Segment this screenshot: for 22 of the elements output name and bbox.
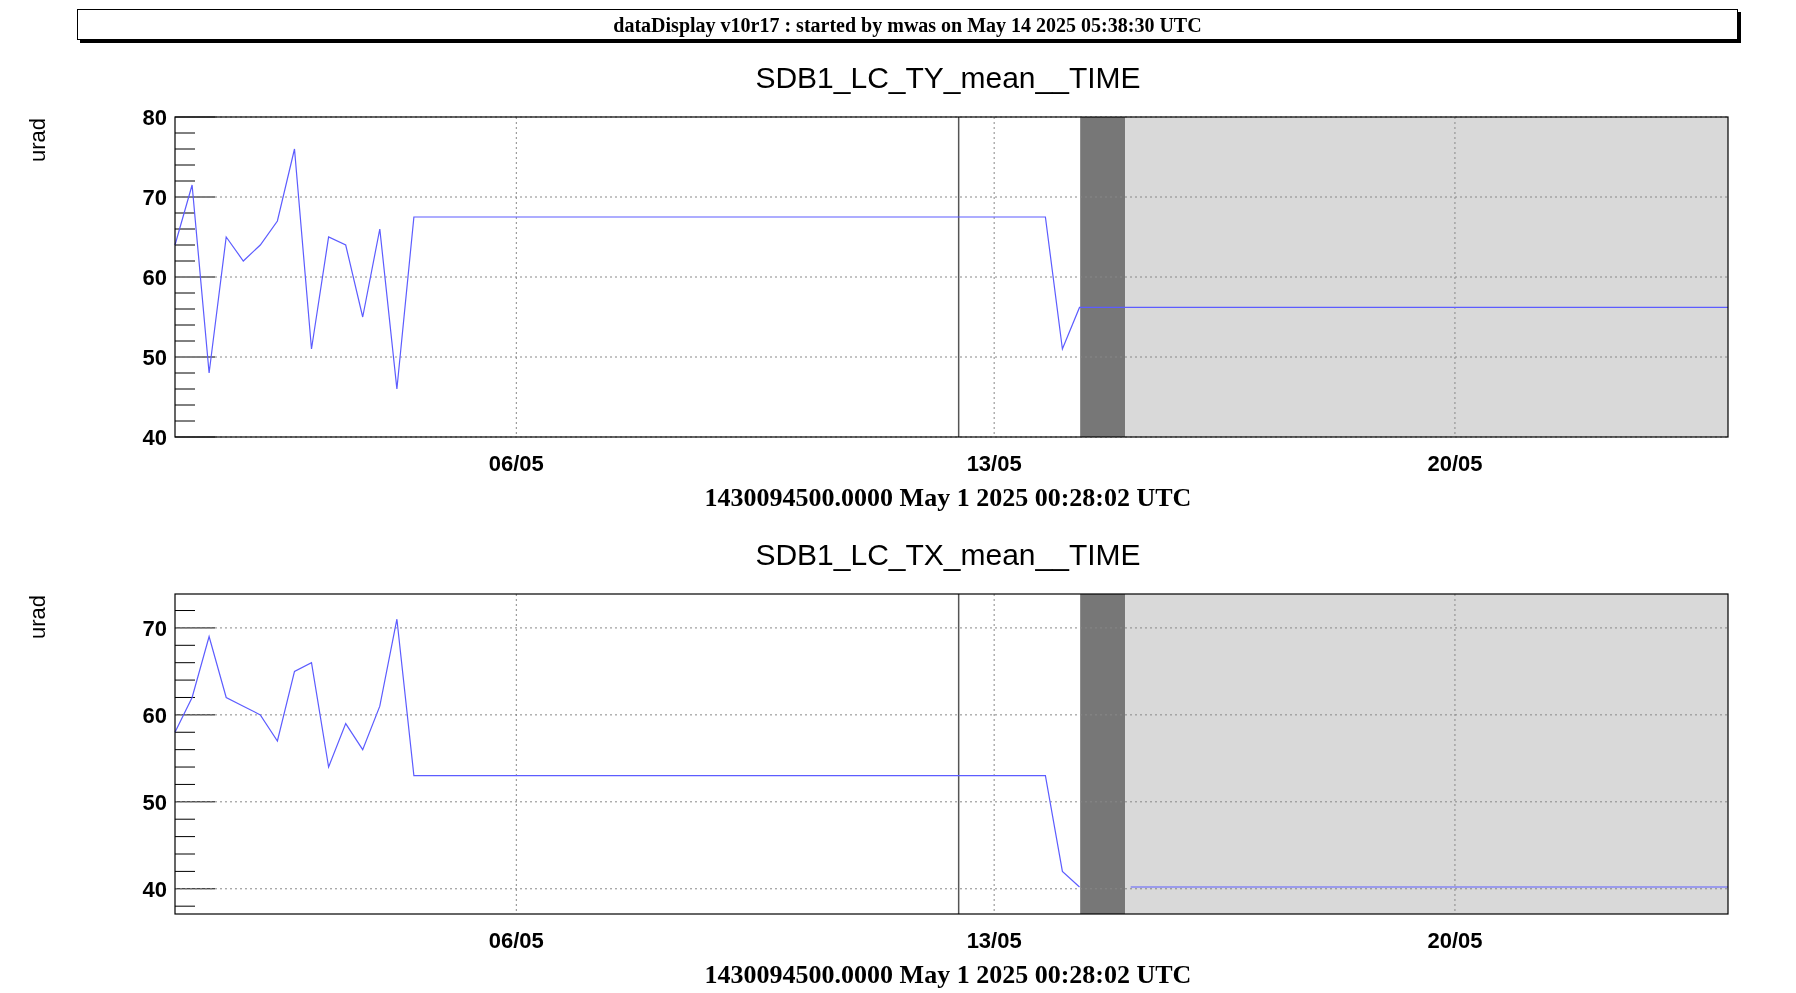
tick-label: 40 — [142, 876, 167, 902]
tick-label: 80 — [142, 105, 167, 130]
tick-label: 06/05 — [488, 928, 544, 953]
tick-label: 20/05 — [1427, 928, 1483, 953]
tick-label: 40 — [142, 425, 167, 450]
tick-label: 70 — [142, 615, 167, 641]
chart-title: SDB1_LC_TY_mean__TIME — [755, 61, 1141, 94]
tick-label: 60 — [142, 702, 167, 728]
axis-label: urad — [25, 595, 50, 639]
tick-label: 60 — [142, 265, 167, 290]
tick-label: 50 — [142, 345, 167, 370]
tick-label: 06/05 — [488, 451, 544, 476]
chart-title: SDB1_LC_TX_mean__TIME — [755, 538, 1141, 571]
title-banner: dataDisplay v10r17 : started by mwas on May 14 2025 05:38:30 UTC — [77, 9, 1738, 40]
tick-label: 13/05 — [966, 928, 1022, 953]
axis-label: 1430094500.0000 May 1 2025 00:28:02 UTC — [704, 483, 1192, 512]
tick-label: 50 — [142, 789, 167, 815]
tick-label: 70 — [142, 185, 167, 210]
tick-label: 20/05 — [1427, 451, 1483, 476]
axis-label: urad — [25, 118, 50, 162]
tick-label: 13/05 — [966, 451, 1022, 476]
axis-label: 1430094500.0000 May 1 2025 00:28:02 UTC — [704, 960, 1192, 989]
